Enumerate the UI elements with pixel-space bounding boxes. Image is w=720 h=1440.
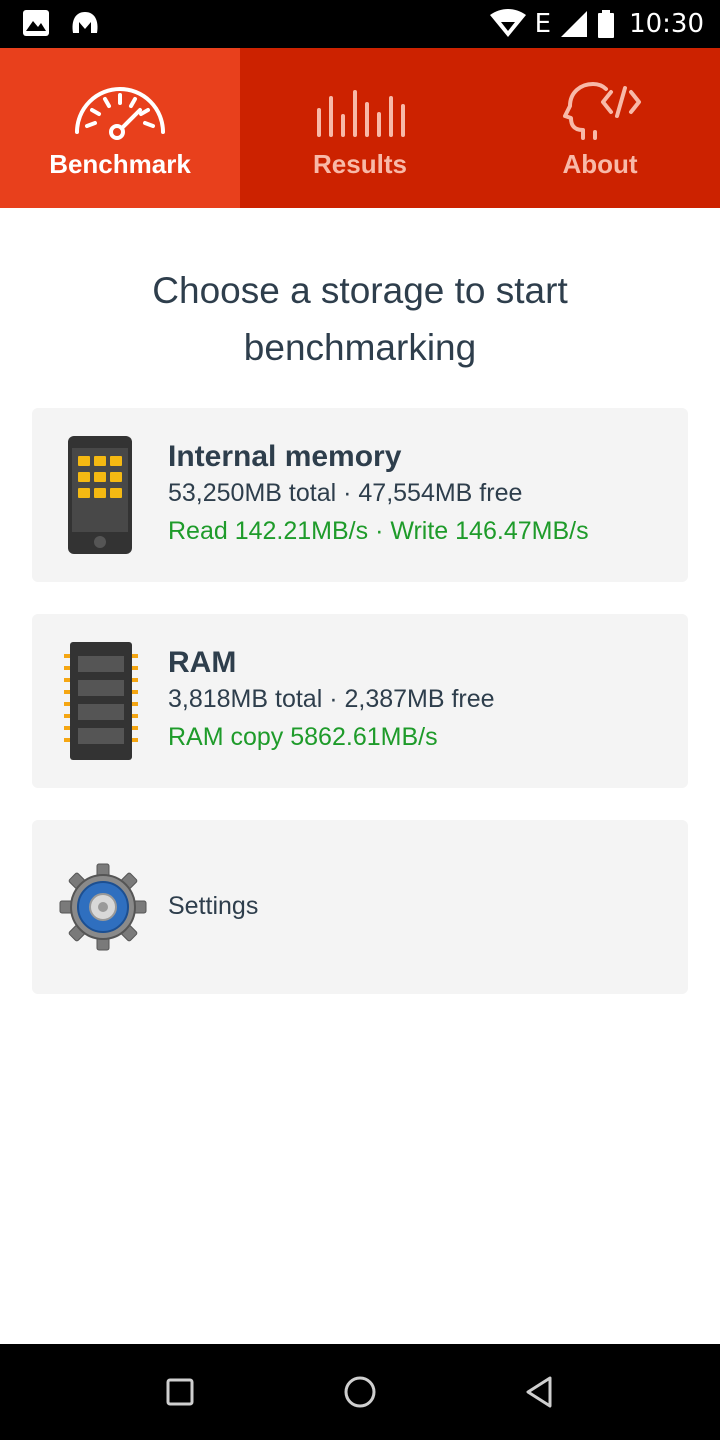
storage-capacity: 53,250MB total · 47,554MB free xyxy=(168,479,523,507)
signal-icon xyxy=(561,11,588,37)
home-button[interactable] xyxy=(340,1372,380,1412)
image-icon xyxy=(23,10,49,36)
malwarebytes-icon xyxy=(72,12,98,33)
tab-bar: Benchmark Results About xyxy=(0,48,720,208)
tab-label: About xyxy=(562,149,638,179)
phone-icon xyxy=(68,436,132,554)
storage-card-internal-memory[interactable]: Internal memory 53,250MB total · 47,554M… xyxy=(32,408,688,582)
storage-title: RAM xyxy=(168,646,237,679)
settings-card[interactable]: Settings xyxy=(32,820,688,994)
speedometer-icon xyxy=(75,87,165,140)
storage-speed: RAM copy 5862.61MB/s xyxy=(168,723,438,751)
navigation-bar xyxy=(0,1344,720,1440)
storage-card-ram[interactable]: RAM 3,818MB total · 2,387MB free RAM cop… xyxy=(32,614,688,788)
storage-title: Internal memory xyxy=(168,440,402,473)
tab-label: Results xyxy=(313,149,407,179)
battery-icon xyxy=(598,10,615,38)
status-bar: E 10:30 xyxy=(0,0,720,48)
tab-benchmark[interactable]: Benchmark xyxy=(0,48,240,208)
tab-results[interactable]: Results xyxy=(240,48,480,208)
gear-icon xyxy=(59,863,147,951)
back-button[interactable] xyxy=(520,1372,560,1412)
clock: 10:30 xyxy=(629,9,704,39)
wifi-icon xyxy=(489,9,526,37)
storage-speed: Read 142.21MB/s · Write 146.47MB/s xyxy=(168,517,589,545)
tab-label: Benchmark xyxy=(49,149,191,179)
recents-button[interactable] xyxy=(160,1372,200,1412)
network-type: E xyxy=(534,9,552,39)
page-heading: Choose a storage to start benchmarking xyxy=(152,270,568,368)
ram-chip-icon xyxy=(64,642,138,760)
settings-label: Settings xyxy=(168,892,259,920)
head-code-icon xyxy=(563,82,641,140)
tab-about[interactable]: About xyxy=(480,48,720,208)
storage-capacity: 3,818MB total · 2,387MB free xyxy=(168,685,495,713)
bars-icon xyxy=(317,90,405,137)
